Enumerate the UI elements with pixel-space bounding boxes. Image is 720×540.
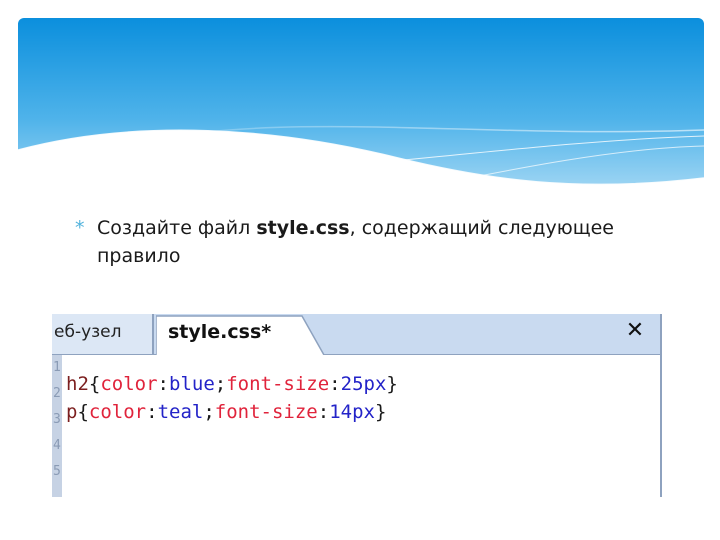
tab-style-css[interactable]: style.css* [168, 314, 271, 350]
css-semicolon: ; [214, 373, 227, 395]
editor-screenshot: еб-узел style.css* ✕ 1 2 3 4 5 h2{color:… [52, 314, 662, 497]
header-banner [18, 18, 704, 202]
css-brace-close: } [374, 401, 387, 423]
line-number-gutter: 1 2 3 4 5 [52, 355, 62, 497]
line-number: 4 [53, 438, 61, 453]
close-icon[interactable]: ✕ [622, 318, 648, 344]
header-wave-graphic [18, 18, 704, 202]
css-selector: p [66, 401, 78, 423]
code-line: h2{color:blue;font-size:25px} [66, 370, 660, 398]
line-number: 5 [53, 464, 61, 479]
css-brace-open: { [77, 401, 89, 423]
css-brace-open: { [88, 373, 101, 395]
slide: * Создайте файл style.css, содержащий сл… [0, 0, 720, 540]
css-colon: : [157, 373, 169, 395]
bullet-item: * Создайте файл style.css, содержащий сл… [75, 214, 655, 270]
css-property: color [100, 373, 158, 395]
bullet-text-prefix: Создайте файл [97, 217, 257, 239]
css-property: font-size [214, 401, 318, 423]
css-value: 25px [340, 373, 387, 395]
bullet-text: Создайте файл style.css, содержащий след… [97, 214, 655, 270]
code-line: p{color:teal;font-size:14px} [66, 398, 660, 426]
css-brace-close: } [386, 373, 398, 395]
tab-bar: еб-узел style.css* ✕ [52, 314, 660, 355]
css-selector: h2 [66, 373, 89, 395]
css-property: font-size [226, 373, 330, 395]
css-colon: : [146, 401, 158, 423]
css-value: teal [157, 401, 204, 423]
css-value: 14px [329, 401, 375, 423]
tab-web-site[interactable]: еб-узел [52, 314, 154, 354]
css-colon: : [329, 373, 341, 395]
bullet-filename: style.css [256, 217, 350, 239]
line-number: 3 [53, 412, 61, 427]
bullet-marker: * [75, 217, 85, 239]
css-value: blue [169, 373, 215, 395]
line-number: 1 [53, 360, 61, 375]
css-colon: : [317, 401, 330, 423]
css-property: color [88, 401, 147, 423]
line-number: 2 [53, 386, 61, 401]
css-semicolon: ; [203, 401, 215, 423]
tab-web-site-label: еб-узел [54, 322, 122, 342]
code-editor[interactable]: h2{color:blue;font-size:25px} p{color:te… [66, 370, 660, 426]
